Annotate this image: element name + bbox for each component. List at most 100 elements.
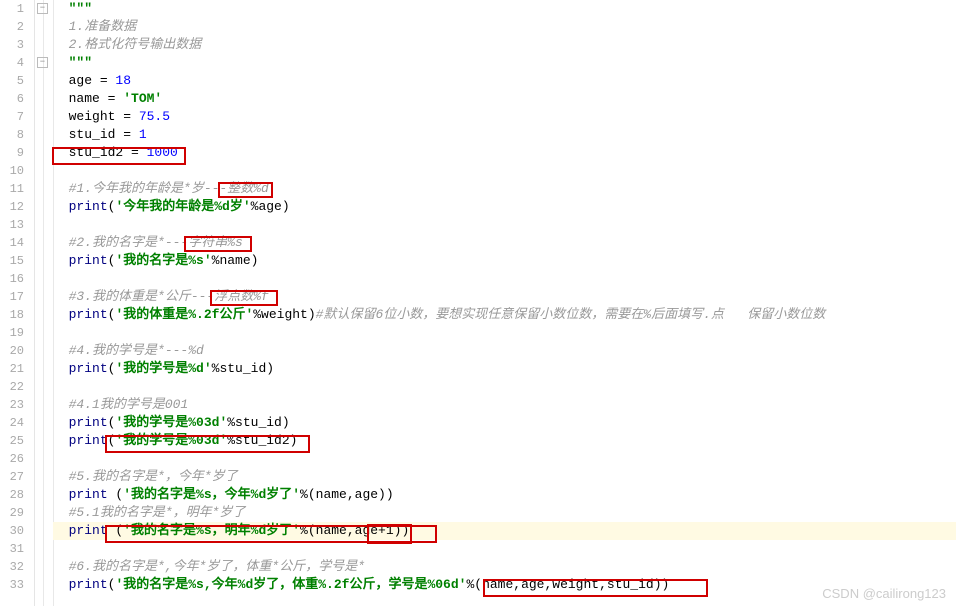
code-line[interactable]: print('我的学号是%d'%stu_id): [53, 360, 956, 378]
line-number: 2: [0, 18, 34, 36]
code-line[interactable]: stu_id = 1: [53, 126, 956, 144]
code-line[interactable]: print ('我的名字是%s，明年%d岁了'%(name,age+1)): [53, 522, 956, 540]
code-line[interactable]: 2.格式化符号输出数据: [53, 36, 956, 54]
token: %(name,age)): [300, 487, 394, 502]
fold-toggle-icon[interactable]: −: [37, 3, 48, 14]
token: """: [69, 55, 92, 70]
code-line[interactable]: print('我的学号是%03d'%stu_id2): [53, 432, 956, 450]
code-line[interactable]: weight = 75.5: [53, 108, 956, 126]
code-area[interactable]: """ 1.准备数据 2.格式化符号输出数据 """ age = 18 name…: [53, 0, 956, 606]
line-number: 24: [0, 414, 34, 432]
token: #3.我的体重是*公斤---浮点数%f: [69, 289, 269, 304]
code-line[interactable]: [53, 216, 956, 234]
code-line[interactable]: """: [53, 54, 956, 72]
code-line[interactable]: 1.准备数据: [53, 18, 956, 36]
token: #4.1我的学号是001: [69, 397, 189, 412]
line-number: 1: [0, 0, 34, 18]
code-line[interactable]: [53, 378, 956, 396]
code-line[interactable]: #1.今年我的年龄是*岁---整数%d: [53, 180, 956, 198]
token: #1.今年我的年龄是*岁---整数%d: [69, 181, 269, 196]
code-line[interactable]: print('今年我的年龄是%d岁'%age): [53, 198, 956, 216]
token: print: [69, 199, 108, 214]
code-line[interactable]: [53, 162, 956, 180]
code-line[interactable]: print ('我的名字是%s，今年%d岁了'%(name,age)): [53, 486, 956, 504]
code-line[interactable]: age = 18: [53, 72, 956, 90]
line-number: 5: [0, 72, 34, 90]
line-number: 13: [0, 216, 34, 234]
token: '我的名字是%s，明年%d岁了': [123, 523, 300, 538]
line-number: 6: [0, 90, 34, 108]
code-line[interactable]: #2.我的名字是*---字符串%s: [53, 234, 956, 252]
line-number: 12: [0, 198, 34, 216]
line-number: 26: [0, 450, 34, 468]
line-number: 27: [0, 468, 34, 486]
line-number: 21: [0, 360, 34, 378]
token: '我的学号是%d': [115, 361, 211, 376]
line-number: 4: [0, 54, 34, 72]
line-number: 7: [0, 108, 34, 126]
code-line[interactable]: """: [53, 0, 956, 18]
token: (: [108, 487, 124, 502]
line-number-gutter: 1234567891011121314151617181920212223242…: [0, 0, 35, 606]
line-number: 29: [0, 504, 34, 522]
token: weight =: [69, 109, 139, 124]
code-line[interactable]: [53, 324, 956, 342]
token: #4.我的学号是*---%d: [69, 343, 204, 358]
line-number: 31: [0, 540, 34, 558]
line-number: 3: [0, 36, 34, 54]
token: stu_id2 =: [69, 145, 147, 160]
token: %stu_id): [212, 361, 274, 376]
token: print: [69, 415, 108, 430]
token: %age): [251, 199, 290, 214]
token: '我的名字是%s，今年%d岁了': [123, 487, 300, 502]
token: '我的名字是%s': [115, 253, 211, 268]
line-number: 20: [0, 342, 34, 360]
token: (: [108, 523, 124, 538]
line-number: 10: [0, 162, 34, 180]
token: 75.5: [139, 109, 170, 124]
code-line[interactable]: #5.我的名字是*，今年*岁了: [53, 468, 956, 486]
line-number: 14: [0, 234, 34, 252]
line-number: 19: [0, 324, 34, 342]
code-line[interactable]: stu_id2 = 1000: [53, 144, 956, 162]
code-line[interactable]: [53, 270, 956, 288]
token: #6.我的名字是*,今年*岁了，体重*公斤，学号是*: [69, 559, 365, 574]
code-line[interactable]: print('我的名字是%s'%name): [53, 252, 956, 270]
token: print: [69, 487, 108, 502]
token: print: [69, 433, 108, 448]
code-line[interactable]: #3.我的体重是*公斤---浮点数%f: [53, 288, 956, 306]
code-line[interactable]: [53, 450, 956, 468]
token: name =: [69, 91, 124, 106]
token: """: [69, 1, 92, 16]
token: 1000: [147, 145, 178, 160]
code-line[interactable]: print('我的学号是%03d'%stu_id): [53, 414, 956, 432]
token: '今年我的年龄是%d岁': [115, 199, 250, 214]
token: '我的学号是%03d': [115, 433, 227, 448]
token: 18: [115, 73, 131, 88]
code-line[interactable]: #4.我的学号是*---%d: [53, 342, 956, 360]
code-line[interactable]: #6.我的名字是*,今年*岁了，体重*公斤，学号是*: [53, 558, 956, 576]
code-line[interactable]: [53, 540, 956, 558]
code-line[interactable]: print('我的名字是%s,今年%d岁了，体重%.2f公斤，学号是%06d'%…: [53, 576, 956, 594]
line-number: 9: [0, 144, 34, 162]
line-number: 11: [0, 180, 34, 198]
code-line[interactable]: #5.1我的名字是*，明年*岁了: [53, 504, 956, 522]
token: %(name,age,weight,stu_id)): [466, 577, 669, 592]
token: %name): [212, 253, 259, 268]
code-line[interactable]: print('我的体重是%.2f公斤'%weight)#默认保留6位小数，要想实…: [53, 306, 956, 324]
fold-toggle-icon[interactable]: −: [37, 57, 48, 68]
code-editor[interactable]: 1234567891011121314151617181920212223242…: [0, 0, 956, 606]
line-number: 23: [0, 396, 34, 414]
code-line[interactable]: name = 'TOM': [53, 90, 956, 108]
token: print: [69, 577, 108, 592]
token: age =: [69, 73, 116, 88]
line-number: 33: [0, 576, 34, 594]
fold-gutter[interactable]: −−: [35, 0, 53, 606]
token: 2.格式化符号输出数据: [69, 37, 202, 52]
token: %stu_id2): [227, 433, 297, 448]
token: print: [69, 307, 108, 322]
token: #5.1我的名字是*，明年*岁了: [69, 505, 246, 520]
line-number: 8: [0, 126, 34, 144]
watermark: CSDN @cailirong123: [822, 586, 946, 601]
code-line[interactable]: #4.1我的学号是001: [53, 396, 956, 414]
